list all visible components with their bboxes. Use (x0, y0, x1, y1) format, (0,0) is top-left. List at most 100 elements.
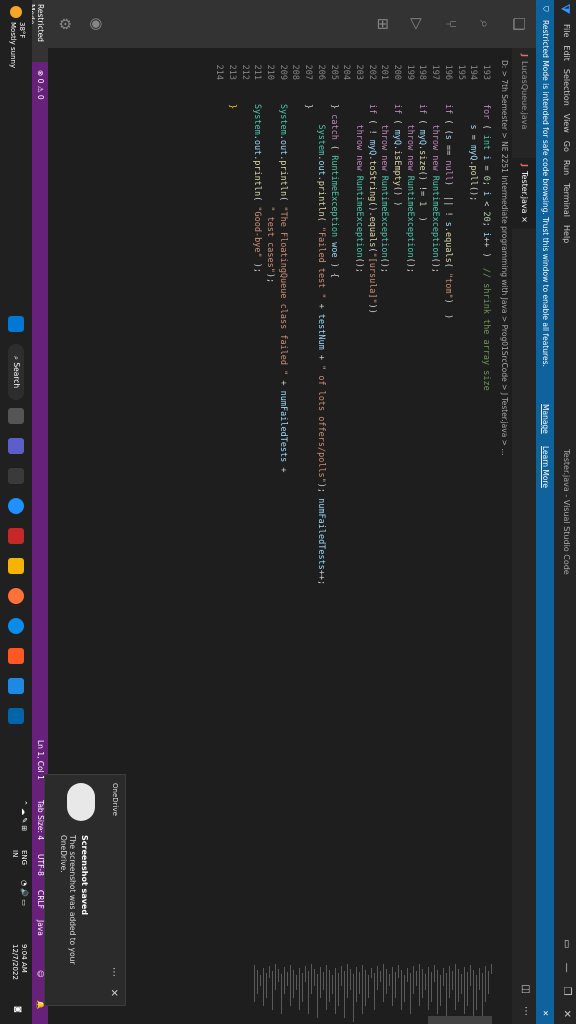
scrollbar-thumb[interactable] (428, 1016, 492, 1024)
minimap-line (401, 970, 402, 1010)
breadcrumb[interactable]: D: > 7th Semester > NE 2251 Intermediate… (496, 60, 512, 456)
extensions-icon[interactable]: ⊞ (372, 14, 392, 34)
toast-app-name: OneDrive (111, 783, 119, 816)
task-view-icon[interactable] (8, 408, 24, 424)
minimap-line (395, 972, 396, 998)
more-actions-icon[interactable]: ⋯ (520, 1006, 531, 1016)
minimap-line (350, 969, 351, 990)
code-text: System.out.println( "Good-bye" ); (252, 104, 263, 273)
code-text: " test cases"); (265, 206, 276, 284)
minimap-line (410, 973, 411, 1014)
line-number: 200 (392, 64, 403, 80)
line-number: 201 (379, 64, 390, 80)
minimap-line (332, 975, 333, 994)
wifi-icon[interactable]: ◔ 🔊 ▭ (19, 880, 28, 906)
minimap-line (482, 973, 483, 1022)
minimap-line (320, 967, 321, 998)
editor-tabs: JLucasQueue.java JTester.java × ◫ ⋯ (512, 48, 536, 1024)
start-windows-icon[interactable] (8, 316, 24, 332)
tab-tester[interactable]: JTester.java × (512, 158, 536, 229)
teams-chat-icon[interactable] (8, 438, 24, 454)
minimap[interactable] (236, 960, 496, 1024)
minimap-line (440, 975, 441, 1006)
minimap-line (293, 970, 294, 998)
toast-more-icon[interactable]: ⋯ (108, 967, 119, 977)
minimap-line (335, 968, 336, 1014)
problems-indicator[interactable]: ⊗ 0 ⚠ 0 (36, 70, 45, 100)
explorer-icon[interactable]: ❏ (508, 14, 528, 34)
line-number: 204 (341, 64, 352, 80)
weather-temp: 38°F (18, 22, 26, 39)
minimap-line (374, 973, 375, 1010)
input-language[interactable]: ENG IN (10, 850, 28, 865)
restricted-mode-indicator[interactable]: Restricted Mode (27, 0, 48, 62)
toast-close-icon[interactable]: ✕ (108, 989, 119, 997)
minimap-line (365, 970, 366, 1006)
onedrive-toast[interactable]: OneDrive ⋯ ✕ Screenshot saved The screen… (44, 774, 126, 1006)
minimap-line (398, 965, 399, 978)
run-debug-icon[interactable]: ▷ (406, 14, 426, 34)
minimap-line (449, 966, 450, 998)
acrobat-icon[interactable] (8, 528, 24, 544)
minimap-line (281, 974, 282, 1014)
minimap-line (326, 965, 327, 1010)
tab-label: Tester.java (520, 170, 529, 214)
learn-more-link[interactable]: Learn More (541, 446, 550, 488)
chrome-icon[interactable] (8, 498, 24, 514)
window-controls: ▭ — ❐ ✕ (561, 939, 572, 1018)
app-icon-orange[interactable] (8, 648, 24, 664)
code-text: throw new RuntimeException(); (379, 124, 390, 273)
tab-label: LucasQueue.java (520, 60, 529, 130)
minimap-line (446, 973, 447, 1018)
firefox-icon[interactable] (8, 588, 24, 604)
minimap-line (392, 967, 393, 1006)
file-explorer-icon[interactable] (8, 558, 24, 574)
app-icon-blue[interactable] (8, 678, 24, 694)
code-text: if ( ! myQ.toString().equals("[ursula]")… (366, 104, 377, 314)
weather-sun-icon (10, 6, 22, 18)
line-number: 206 (315, 64, 326, 80)
minimap-line (275, 964, 276, 990)
banner-close-icon[interactable]: ✕ (541, 1010, 550, 1016)
widgets-icon[interactable] (8, 468, 24, 484)
code-text: System.out.println( "The FloatingQueue c… (277, 104, 288, 473)
manage-link[interactable]: Manage (541, 404, 550, 434)
code-text: throw new RuntimeException(); (354, 124, 364, 273)
settings-gear-icon[interactable]: ⚙ (54, 14, 74, 34)
line-number: 207 (303, 64, 314, 80)
close-icon[interactable]: ✕ (561, 1010, 572, 1018)
line-number: 196 (442, 64, 453, 80)
minimap-line (302, 973, 303, 1002)
minimap-line (314, 969, 315, 986)
source-control-icon[interactable]: ⑂ (440, 14, 460, 34)
edge-icon[interactable] (8, 618, 24, 634)
minimap-line (455, 964, 456, 1010)
search-label: Search (12, 362, 21, 389)
minimap-line (386, 969, 387, 994)
minimap-line (266, 973, 267, 998)
clock[interactable]: 9:04 AM 12/7/2022 (10, 944, 28, 980)
line-number: 195 (455, 64, 466, 80)
restore-icon[interactable]: ❐ (561, 987, 572, 996)
notification-icon[interactable]: ◙ (13, 1006, 22, 1013)
taskbar-search[interactable]: ⌕ Search (8, 344, 24, 400)
minimap-line (368, 975, 369, 998)
split-editor-icon[interactable]: ◫ (520, 985, 531, 994)
vscode-taskbar-icon[interactable] (8, 708, 24, 724)
weather-widget[interactable]: 38°F Mostly sunny (8, 22, 26, 68)
minimap-line (473, 970, 474, 1018)
minimap-line (443, 968, 444, 986)
tab-close-icon[interactable]: × (520, 216, 529, 223)
search-icon[interactable]: ⌕ (474, 14, 494, 34)
minimap-line (470, 965, 471, 986)
minimap-line (380, 971, 381, 982)
minimap-line (419, 964, 420, 1006)
tab-lucasqueue[interactable]: JLucasQueue.java (512, 48, 536, 135)
layout-icon[interactable]: ▭ (561, 939, 572, 948)
accounts-icon[interactable]: ◉ (86, 14, 106, 34)
code-text: throw new RuntimeException(); (404, 124, 415, 273)
minimize-icon[interactable]: — (561, 963, 572, 973)
tray-icons[interactable]: ⌃ ☁ ✎ ⊞ (19, 800, 28, 831)
minimap-line (347, 964, 348, 998)
minimap-line (260, 975, 261, 986)
